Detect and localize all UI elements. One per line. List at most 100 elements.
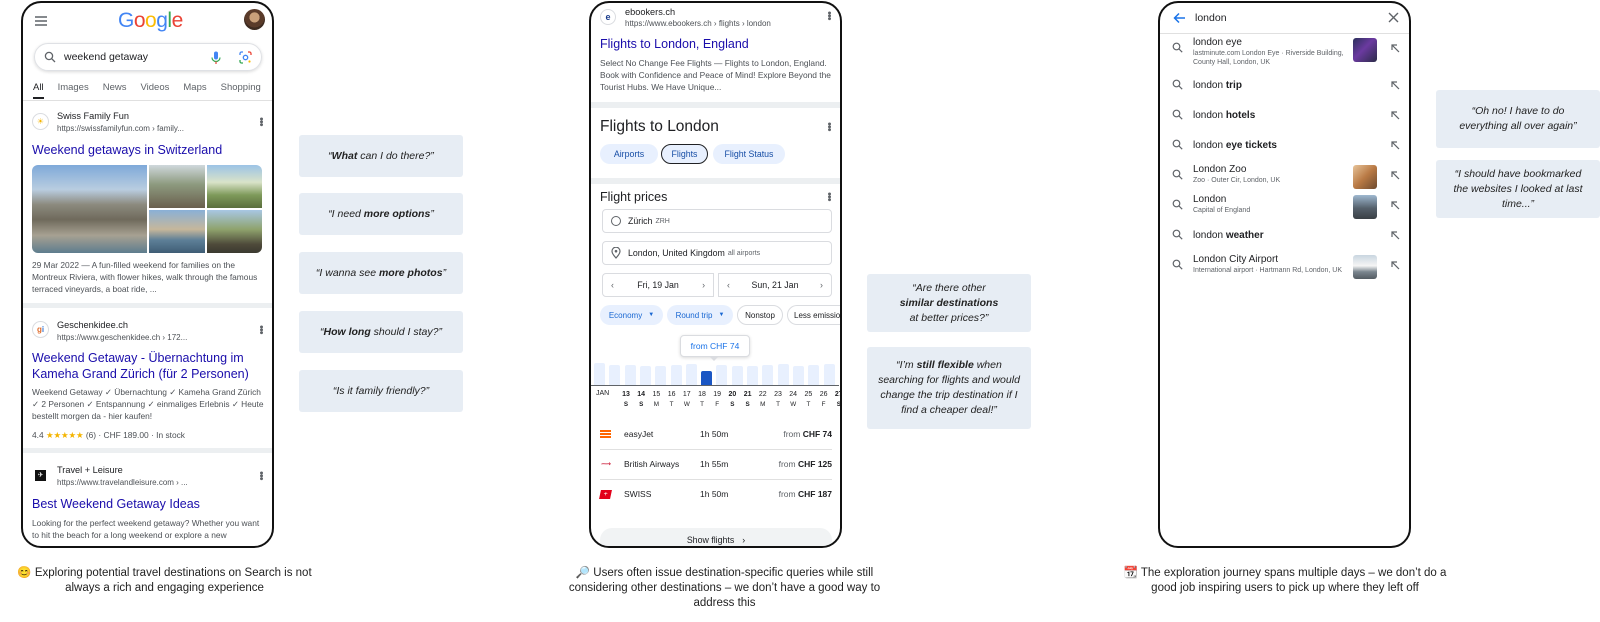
- more-options-icon[interactable]: •••: [255, 471, 267, 480]
- tab-images[interactable]: Images: [58, 82, 89, 99]
- search-input[interactable]: weekend getaway: [64, 51, 148, 63]
- chevron-right-icon[interactable]: ›: [702, 280, 705, 290]
- calendar-day[interactable]: 14 S: [634, 390, 648, 410]
- photo-cyclists[interactable]: [207, 210, 262, 253]
- calendar-day[interactable]: 13 S: [619, 390, 633, 410]
- show-flights-button[interactable]: Show flights ›: [600, 528, 832, 546]
- tab-maps[interactable]: Maps: [183, 82, 206, 99]
- tab-shopping[interactable]: Shopping: [221, 82, 261, 99]
- suggestion-item[interactable]: london eye lastminute.com London Eye · Ri…: [1160, 36, 1408, 66]
- fill-query-arrow-icon[interactable]: [1391, 111, 1400, 120]
- fill-query-arrow-icon[interactable]: [1391, 44, 1400, 53]
- calendar-day[interactable]: 26 F: [817, 390, 831, 410]
- tab-videos[interactable]: Videos: [140, 82, 169, 99]
- filter-less-emissions[interactable]: Less emissio: [787, 305, 840, 325]
- chip-airports[interactable]: Airports: [600, 144, 658, 164]
- tab-all[interactable]: All: [33, 82, 44, 99]
- suggestion-item[interactable]: london trip: [1160, 73, 1408, 101]
- filter-nonstop[interactable]: Nonstop: [737, 305, 783, 325]
- price-bar[interactable]: [731, 366, 743, 385]
- calendar-weekday: S: [639, 401, 644, 408]
- calendar-day[interactable]: 23 T: [771, 390, 785, 410]
- suggestion-item[interactable]: london weather: [1160, 223, 1408, 251]
- price-bar[interactable]: [624, 365, 636, 385]
- chevron-left-icon[interactable]: ‹: [727, 280, 730, 290]
- calendar-day[interactable]: 24 W: [786, 390, 800, 410]
- price-bar[interactable]: [701, 371, 713, 385]
- return-date-picker[interactable]: ‹ Sun, 21 Jan ›: [718, 273, 832, 297]
- more-options-icon[interactable]: •••: [823, 122, 835, 131]
- price-bar[interactable]: [609, 365, 621, 385]
- search-box[interactable]: weekend getaway: [34, 43, 262, 71]
- lens-icon[interactable]: [239, 51, 252, 64]
- airline-row[interactable]: + SWISS 1h 50m from CHF 187: [599, 481, 832, 507]
- price-bar[interactable]: [716, 365, 728, 385]
- price-bar[interactable]: [792, 366, 804, 385]
- fill-query-arrow-icon[interactable]: [1391, 261, 1400, 270]
- more-options-icon[interactable]: •••: [255, 325, 267, 334]
- calendar-days[interactable]: 13 S 14 S 15 M 16 T 17 W 18 T 19 F 20 S 21 S 22 M 23 T 24 W 25 T 2…: [591, 390, 840, 412]
- calendar-day[interactable]: 15 M: [649, 390, 663, 410]
- chip-flight-status[interactable]: Flight Status: [713, 144, 785, 164]
- price-bar[interactable]: [594, 363, 605, 385]
- filter-round-trip[interactable]: Round trip ▼: [667, 305, 733, 325]
- calendar-day[interactable]: 19 F: [710, 390, 724, 410]
- airline-row[interactable]: easyJet 1h 50m from CHF 74: [600, 421, 832, 450]
- photo-valley[interactable]: [207, 165, 262, 208]
- result-title-link[interactable]: Weekend getaways in Switzerland: [32, 142, 264, 158]
- fill-query-arrow-icon[interactable]: [1391, 231, 1400, 240]
- calendar-day[interactable]: 21 S: [741, 390, 755, 410]
- fill-query-arrow-icon[interactable]: [1391, 201, 1400, 210]
- suggestion-item[interactable]: London Zoo Zoo · Outer Cir, London, UK: [1160, 163, 1408, 191]
- chevron-right-icon[interactable]: ›: [820, 280, 823, 290]
- calendar-day[interactable]: 17 W: [680, 390, 694, 410]
- search-input[interactable]: london: [1195, 12, 1227, 24]
- result-image-grid[interactable]: [32, 165, 262, 253]
- airline-row[interactable]: ⟿ British Airways 1h 55m from CHF 125: [600, 451, 832, 480]
- result-title-link[interactable]: Flights to London, England: [600, 36, 749, 52]
- price-histogram[interactable]: [591, 361, 839, 385]
- more-options-icon[interactable]: •••: [255, 117, 267, 126]
- more-options-icon[interactable]: •••: [823, 11, 835, 20]
- microphone-icon[interactable]: [211, 51, 221, 65]
- price-bar[interactable]: [762, 365, 774, 385]
- close-icon[interactable]: [1388, 12, 1399, 23]
- price-bar[interactable]: [685, 364, 697, 385]
- price-bar[interactable]: [655, 366, 667, 385]
- suggestion-item[interactable]: london hotels: [1160, 103, 1408, 131]
- price-bar[interactable]: [808, 365, 820, 385]
- calendar-day[interactable]: 25 T: [801, 390, 815, 410]
- fill-query-arrow-icon[interactable]: [1391, 81, 1400, 90]
- suggestion-item[interactable]: London City Airport International airport…: [1160, 253, 1408, 281]
- suggestion-item[interactable]: london eye tickets: [1160, 133, 1408, 161]
- calendar-day[interactable]: 16 T: [665, 390, 679, 410]
- price-bar[interactable]: [747, 366, 758, 385]
- result-title-link[interactable]: Best Weekend Getaway Ideas: [32, 496, 264, 512]
- more-options-icon[interactable]: •••: [823, 192, 835, 201]
- tab-news[interactable]: News: [103, 82, 127, 99]
- result-title-link[interactable]: Weekend Getaway - Übernachtung im Kameha…: [32, 350, 264, 382]
- fill-query-arrow-icon[interactable]: [1391, 141, 1400, 150]
- chip-flights[interactable]: Flights: [661, 144, 708, 164]
- destination-field[interactable]: London, United Kingdom all airports: [602, 241, 832, 265]
- back-arrow-icon[interactable]: [1173, 12, 1186, 24]
- suggestion-item[interactable]: London Capital of England: [1160, 193, 1408, 221]
- photo-mountain-lake[interactable]: [32, 165, 147, 253]
- price-bar[interactable]: [670, 365, 682, 385]
- fill-query-arrow-icon[interactable]: [1391, 171, 1400, 180]
- avatar[interactable]: [244, 9, 265, 30]
- departure-date-picker[interactable]: ‹ Fri, 19 Jan ›: [602, 273, 714, 297]
- chevron-left-icon[interactable]: ‹: [611, 280, 614, 290]
- hamburger-menu-icon[interactable]: [34, 15, 48, 27]
- price-bar[interactable]: [777, 364, 789, 385]
- photo-hikers[interactable]: [149, 165, 205, 208]
- calendar-day[interactable]: 20 S: [725, 390, 739, 410]
- calendar-day[interactable]: 22 M: [756, 390, 770, 410]
- filter-economy[interactable]: Economy ▼: [600, 305, 663, 325]
- calendar-day[interactable]: 27 S: [832, 390, 840, 410]
- calendar-day[interactable]: 18 T: [695, 390, 709, 410]
- price-bar[interactable]: [639, 366, 651, 385]
- photo-lake-sunset[interactable]: [149, 210, 205, 253]
- origin-field[interactable]: Zürich ZRH: [602, 209, 832, 233]
- price-bar[interactable]: [823, 364, 835, 385]
